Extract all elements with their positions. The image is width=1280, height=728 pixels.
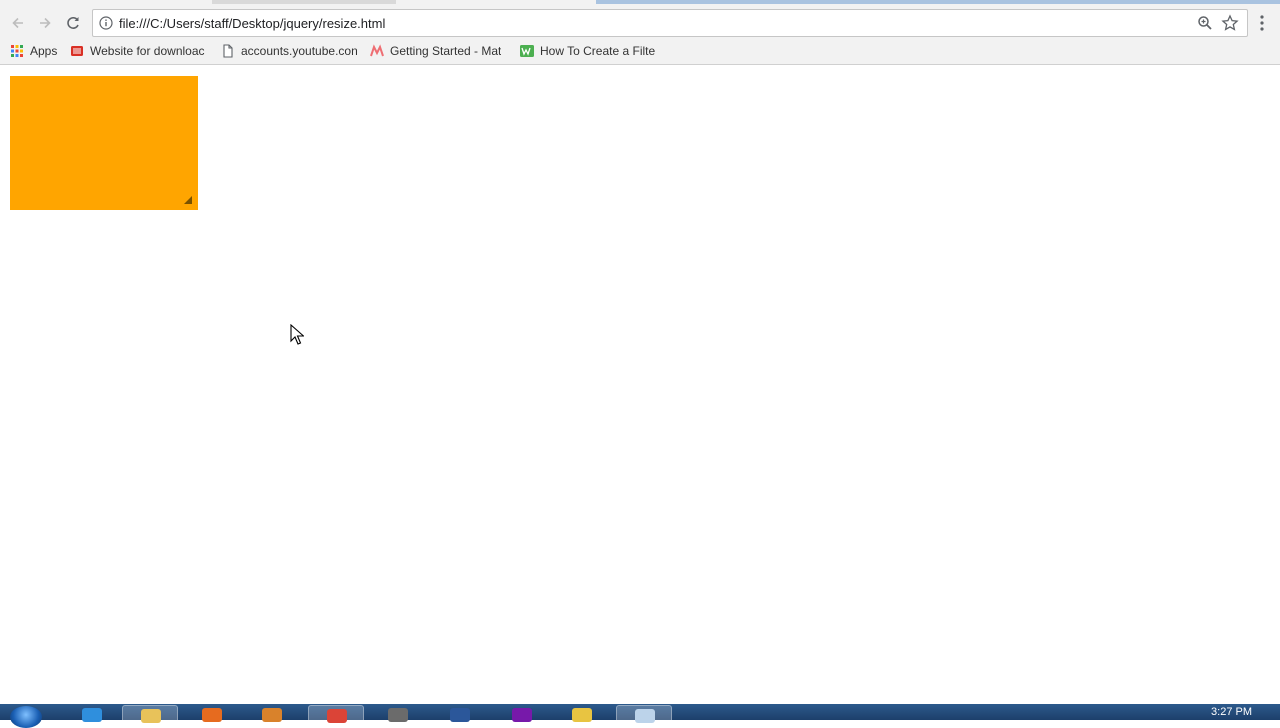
taskbar-explorer[interactable]	[122, 705, 178, 723]
taskbar-firefox[interactable]	[184, 705, 240, 722]
materialize-icon	[370, 44, 384, 57]
taskbar: 3:27 PM	[0, 704, 1280, 728]
reload-button[interactable]	[62, 12, 84, 34]
forward-button[interactable]	[34, 12, 56, 34]
info-icon[interactable]	[99, 16, 113, 30]
taskbar-notepad[interactable]	[554, 705, 610, 722]
apps-grid-icon	[11, 45, 23, 57]
reload-icon	[67, 16, 79, 29]
taskbar-chrome[interactable]	[308, 705, 364, 723]
resize-handle-icon[interactable]	[184, 196, 192, 204]
browser-tab-active[interactable]	[596, 0, 1280, 4]
back-button[interactable]	[7, 12, 29, 34]
video-site-icon	[71, 46, 83, 56]
address-bar[interactable]: file:///C:/Users/staff/Desktop/jquery/re…	[92, 9, 1248, 37]
bookmark-label: Website for downloac	[90, 44, 205, 58]
page-icon	[223, 44, 233, 58]
browser-toolbar: file:///C:/Users/staff/Desktop/jquery/re…	[0, 8, 1280, 38]
mouse-cursor-icon	[290, 324, 304, 345]
taskbar-clock[interactable]: 3:27 PM	[1211, 706, 1252, 718]
window-icon	[635, 709, 655, 723]
bookmark-label: accounts.youtube.con	[241, 44, 357, 58]
bookmark-website-download[interactable]: Website for downloac	[70, 43, 208, 59]
bookmarks-bar: Apps Website for downloac accounts.youtu…	[0, 38, 1280, 65]
bookmark-star-icon[interactable]	[1221, 14, 1239, 32]
chrome-icon	[327, 709, 347, 723]
bookmark-label: How To Create a Filte	[540, 44, 656, 58]
zoom-icon[interactable]	[1197, 15, 1213, 31]
browser-tab-inactive[interactable]	[212, 0, 396, 4]
taskbar-app[interactable]	[244, 705, 300, 722]
taskbar-window[interactable]	[616, 705, 672, 723]
address-url[interactable]: file:///C:/Users/staff/Desktop/jquery/re…	[119, 16, 385, 31]
taskbar-word[interactable]	[432, 705, 488, 722]
bookmark-how-to-create-filter[interactable]: How To Create a Filte	[520, 43, 656, 59]
taskbar-onenote[interactable]	[494, 705, 550, 722]
menu-dots-icon[interactable]	[1254, 14, 1270, 32]
taskbar-ie[interactable]	[64, 705, 120, 722]
taskbar-tool[interactable]	[370, 705, 426, 722]
bookmark-accounts-youtube[interactable]: accounts.youtube.con	[221, 43, 357, 59]
back-arrow-icon	[12, 17, 23, 29]
tab-strip	[0, 0, 1280, 8]
forward-arrow-icon	[40, 17, 51, 29]
start-button[interactable]	[10, 706, 42, 728]
bookmark-label: Apps	[30, 44, 58, 58]
folder-icon	[141, 709, 161, 723]
resizable-box[interactable]	[10, 76, 198, 210]
bookmark-apps[interactable]: Apps	[10, 43, 62, 59]
w3schools-icon	[520, 45, 534, 57]
bookmark-label: Getting Started - Mat	[390, 44, 502, 58]
bookmark-getting-started[interactable]: Getting Started - Mat	[370, 43, 508, 59]
